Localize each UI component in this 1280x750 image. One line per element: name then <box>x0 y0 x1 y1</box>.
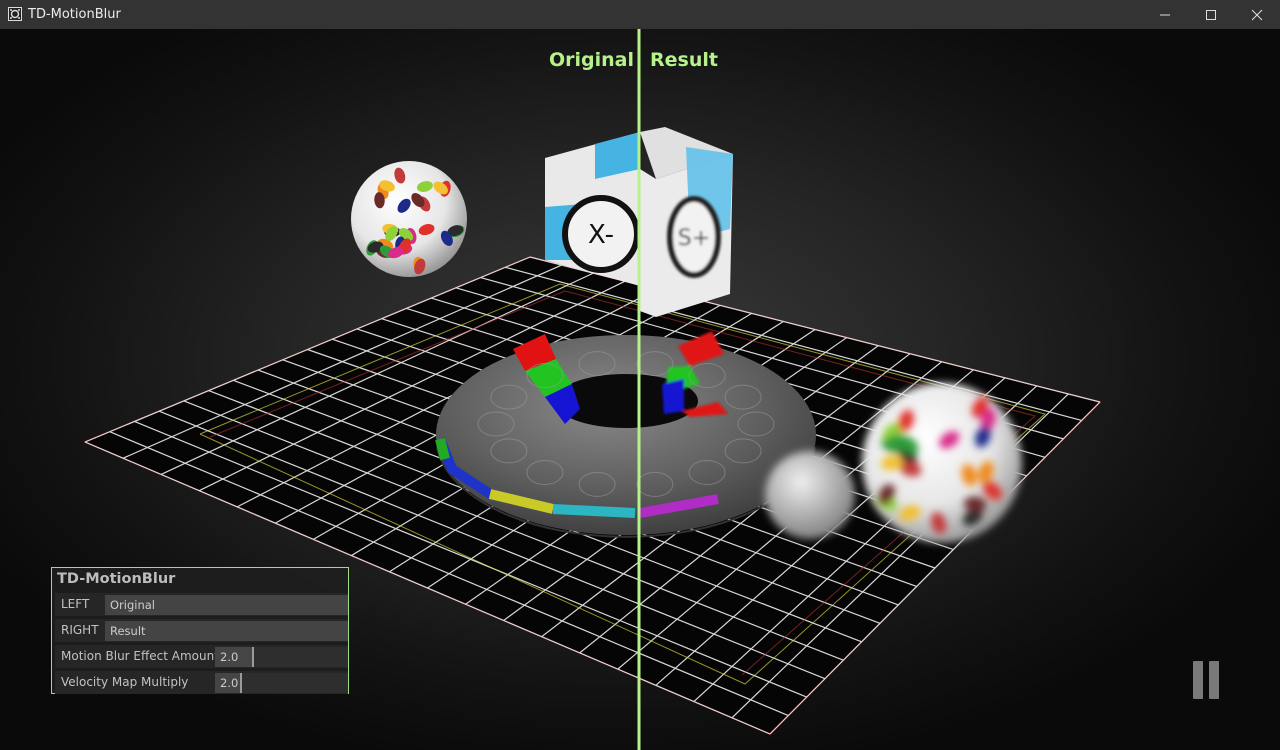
minimize-button[interactable] <box>1142 0 1188 29</box>
right-source-value: Result <box>110 624 146 638</box>
blur-amount-value[interactable]: 2.0 <box>220 647 238 667</box>
pause-icon[interactable] <box>1193 661 1225 699</box>
left-source-label: LEFT <box>61 597 90 611</box>
svg-text:X-: X- <box>588 220 614 250</box>
blur-amount-handle[interactable] <box>252 647 254 667</box>
app-window: TD-MotionBlur X- S+ Original Result TD-M… <box>0 0 1280 750</box>
close-button[interactable] <box>1234 0 1280 29</box>
blur-amount-row: Motion Blur Effect Amount 2.0 <box>55 645 348 668</box>
maximize-button[interactable] <box>1188 0 1234 29</box>
right-source-field[interactable]: Result <box>105 621 348 641</box>
blur-amount-label: Motion Blur Effect Amount <box>61 649 219 663</box>
left-source-row: LEFT Original <box>55 593 348 616</box>
blur-amount-slider[interactable]: 2.0 <box>215 647 348 667</box>
blurred-sphere-large <box>862 383 1022 543</box>
split-label-result: Result <box>650 49 718 71</box>
touchdesigner-icon <box>8 7 22 21</box>
velocity-multiply-slider[interactable]: 2.0 <box>215 673 348 693</box>
velocity-multiply-value[interactable]: 2.0 <box>220 673 238 693</box>
svg-text:S+: S+ <box>678 226 710 251</box>
control-panel: TD-MotionBlur LEFT Original RIGHT Result… <box>51 567 349 694</box>
maximize-icon <box>1206 10 1216 20</box>
right-source-label: RIGHT <box>61 623 99 637</box>
blurred-sphere-small <box>765 451 855 539</box>
split-label-original: Original <box>549 49 635 71</box>
window-title: TD-MotionBlur <box>28 7 121 22</box>
velocity-multiply-handle[interactable] <box>240 673 242 693</box>
left-source-field[interactable]: Original <box>105 595 348 615</box>
panel-title: TD-MotionBlur <box>57 571 176 587</box>
close-icon <box>1251 9 1263 21</box>
velocity-multiply-label: Velocity Map Multiply <box>61 675 189 689</box>
right-source-row: RIGHT Result <box>55 619 348 642</box>
velocity-multiply-row: Velocity Map Multiply 2.0 <box>55 671 348 694</box>
left-source-value: Original <box>110 598 156 612</box>
minimize-icon <box>1160 14 1170 16</box>
title-bar: TD-MotionBlur <box>0 0 1280 29</box>
jellybean-sphere <box>351 161 467 277</box>
